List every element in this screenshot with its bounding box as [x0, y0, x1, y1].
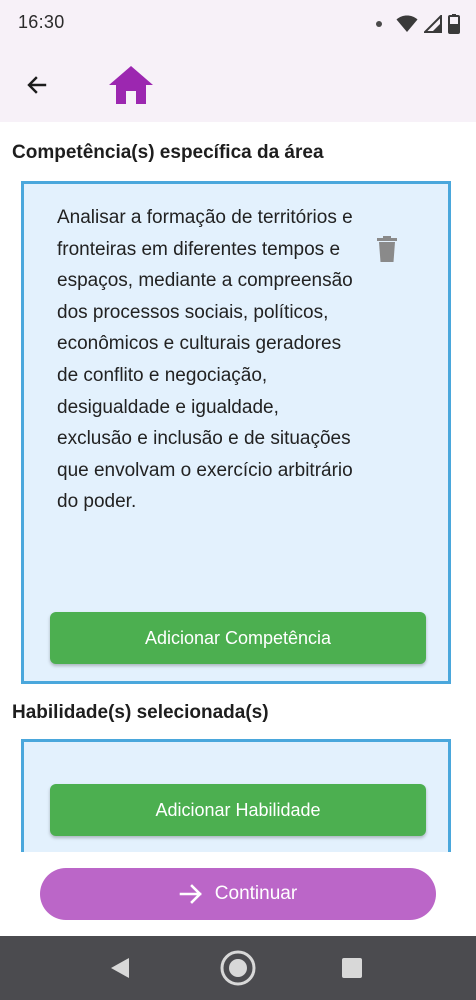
continue-button[interactable]: Continuar: [40, 868, 436, 920]
continue-label: Continuar: [214, 883, 298, 904]
competence-card: Analisar a formação de territórios e fro…: [21, 181, 451, 684]
arrow-left-icon: [27, 76, 47, 94]
nav-recents-button[interactable]: [332, 950, 372, 986]
content-area[interactable]: Competência(s) específica da área Analis…: [0, 122, 476, 852]
trash-icon: [377, 236, 397, 262]
footer: Continuar: [0, 852, 476, 936]
competence-section-title: Competência(s) específica da área: [12, 142, 324, 163]
home-icon: [109, 66, 153, 104]
notification-dot-icon: [376, 21, 382, 27]
system-navigation-bar: [0, 936, 476, 1000]
arrow-right-icon: [179, 884, 202, 904]
wifi-icon: [396, 15, 418, 32]
triangle-back-icon: [111, 958, 129, 978]
circle-home-icon: [220, 950, 256, 986]
skills-section-title: Habilidade(s) selecionada(s): [12, 702, 269, 723]
status-bar: 16:30: [0, 0, 476, 48]
home-button[interactable]: [106, 62, 156, 108]
nav-back-button[interactable]: [100, 950, 140, 986]
skills-card: Adicionar Habilidade: [21, 739, 451, 852]
status-time: 16:30: [18, 12, 65, 32]
nav-home-button[interactable]: [218, 950, 258, 986]
add-skill-button[interactable]: Adicionar Habilidade: [50, 784, 426, 836]
delete-competence-button[interactable]: [374, 234, 400, 264]
status-icons: [376, 13, 460, 35]
signal-icon: [424, 15, 442, 33]
competence-text: Analisar a formação de territórios e fro…: [57, 207, 353, 513]
square-recents-icon: [342, 958, 362, 978]
add-competence-button[interactable]: Adicionar Competência: [50, 612, 426, 664]
back-button[interactable]: [18, 66, 56, 104]
battery-icon: [448, 14, 460, 34]
app-bar: [0, 48, 476, 122]
screen: 16:30 Competência(s) específica da área …: [0, 0, 476, 1000]
